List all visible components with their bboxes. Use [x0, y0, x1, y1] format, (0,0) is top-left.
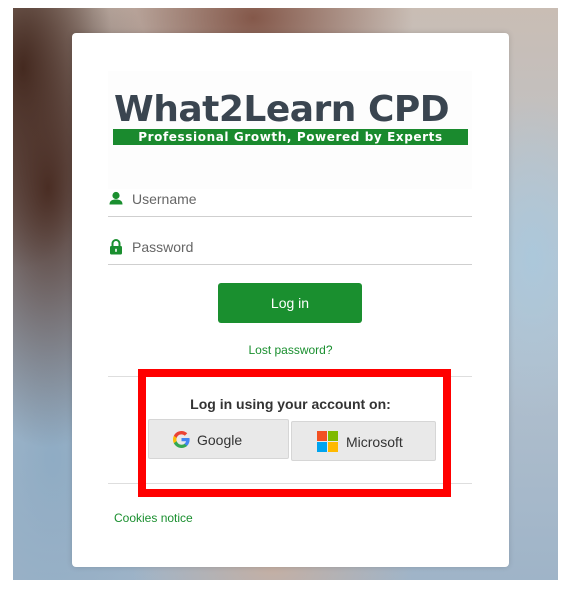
lost-password-link[interactable]: Lost password? — [72, 343, 509, 357]
lock-icon — [109, 239, 123, 255]
username-input[interactable] — [132, 188, 462, 210]
divider — [108, 376, 472, 377]
password-field — [108, 232, 472, 265]
microsoft-icon — [317, 431, 338, 455]
logo-title: What2Learn CPD — [114, 89, 450, 130]
brand-logo: What2Learn CPD Professional Growth, Powe… — [108, 71, 472, 189]
sso-heading: Log in using your account on: — [190, 396, 391, 412]
username-field — [108, 184, 472, 217]
cookies-notice-link[interactable]: Cookies notice — [114, 511, 193, 525]
logo-tagline: Professional Growth, Powered by Experts — [113, 129, 468, 145]
login-card: What2Learn CPD Professional Growth, Powe… — [72, 33, 509, 567]
login-button[interactable]: Log in — [218, 283, 362, 323]
microsoft-login-button[interactable]: Microsoft — [291, 421, 436, 461]
google-icon — [173, 431, 190, 451]
microsoft-label: Microsoft — [346, 434, 403, 450]
password-input[interactable] — [132, 236, 462, 258]
google-label: Google — [197, 432, 243, 448]
user-icon — [109, 191, 123, 207]
google-login-button[interactable]: Google — [148, 419, 289, 459]
divider — [108, 483, 472, 484]
